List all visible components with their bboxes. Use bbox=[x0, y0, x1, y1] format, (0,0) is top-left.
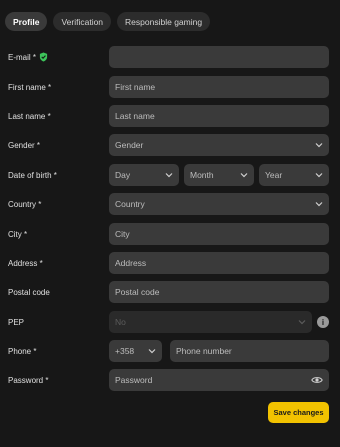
dob-row: Date of birth * Day Month Year bbox=[0, 164, 340, 186]
tab-verification[interactable]: Verification bbox=[53, 12, 112, 31]
email-label: E-mail * bbox=[8, 52, 37, 62]
password-row: Password * Password bbox=[0, 369, 340, 391]
country-row: Country * Country bbox=[0, 193, 340, 215]
dob-day-select[interactable]: Day bbox=[109, 164, 179, 186]
pep-row: PEP No i bbox=[0, 311, 340, 333]
phone-label: Phone * bbox=[8, 346, 37, 356]
address-row: Address * Address bbox=[0, 252, 340, 274]
chevron-down-icon bbox=[240, 173, 248, 178]
last-name-label: Last name * bbox=[8, 111, 51, 121]
dob-year-select[interactable]: Year bbox=[259, 164, 329, 186]
country-select[interactable]: Country bbox=[109, 193, 329, 215]
phone-code-value: +358 bbox=[115, 346, 135, 356]
profile-tabs: Profile Verification Responsible gaming bbox=[5, 12, 211, 31]
chevron-down-icon bbox=[315, 202, 323, 207]
dob-label: Date of birth * bbox=[8, 170, 57, 180]
gender-row: Gender * Gender bbox=[0, 134, 340, 156]
address-field[interactable]: Address bbox=[109, 252, 329, 274]
save-changes-button[interactable]: Save changes bbox=[268, 402, 329, 423]
first-name-row: First name * First name bbox=[0, 76, 340, 98]
shield-check-icon bbox=[39, 52, 48, 62]
info-icon[interactable]: i bbox=[317, 316, 329, 328]
tab-profile[interactable]: Profile bbox=[5, 12, 48, 31]
gender-value: Gender bbox=[115, 140, 144, 150]
gender-label: Gender * bbox=[8, 140, 41, 150]
phone-row: Phone * +358 Phone number bbox=[0, 340, 340, 362]
chevron-down-icon bbox=[315, 173, 323, 178]
city-label: City * bbox=[8, 229, 28, 239]
country-value: Country bbox=[115, 199, 145, 209]
dob-day-value: Day bbox=[115, 170, 131, 180]
chevron-down-icon bbox=[315, 143, 323, 148]
gender-select[interactable]: Gender bbox=[109, 134, 329, 156]
email-row: E-mail * bbox=[0, 46, 340, 68]
last-name-row: Last name * Last name bbox=[0, 105, 340, 127]
chevron-down-icon bbox=[298, 320, 306, 325]
pep-select[interactable]: No bbox=[109, 311, 312, 333]
postal-code-field[interactable]: Postal code bbox=[109, 281, 329, 303]
country-label: Country * bbox=[8, 199, 42, 209]
last-name-field[interactable]: Last name bbox=[109, 105, 329, 127]
pep-value: No bbox=[115, 317, 126, 327]
password-field[interactable]: Password bbox=[109, 369, 329, 391]
dob-year-value: Year bbox=[265, 170, 283, 180]
email-field[interactable] bbox=[109, 46, 329, 68]
chevron-down-icon bbox=[148, 349, 156, 354]
postal-code-row: Postal code Postal code bbox=[0, 281, 340, 303]
pep-label: PEP bbox=[8, 317, 25, 327]
phone-number-field[interactable]: Phone number bbox=[170, 340, 329, 362]
dob-month-value: Month bbox=[190, 170, 214, 180]
password-placeholder: Password bbox=[115, 375, 153, 385]
dob-month-select[interactable]: Month bbox=[184, 164, 254, 186]
password-label: Password * bbox=[8, 375, 49, 385]
city-row: City * City bbox=[0, 223, 340, 245]
first-name-field[interactable]: First name bbox=[109, 76, 329, 98]
city-field[interactable]: City bbox=[109, 223, 329, 245]
address-label: Address * bbox=[8, 258, 43, 268]
phone-code-select[interactable]: +358 bbox=[109, 340, 162, 362]
chevron-down-icon bbox=[165, 173, 173, 178]
first-name-label: First name * bbox=[8, 82, 52, 92]
eye-icon[interactable] bbox=[311, 375, 323, 385]
postal-code-label: Postal code bbox=[8, 287, 50, 297]
tab-responsible-gaming[interactable]: Responsible gaming bbox=[117, 12, 211, 31]
